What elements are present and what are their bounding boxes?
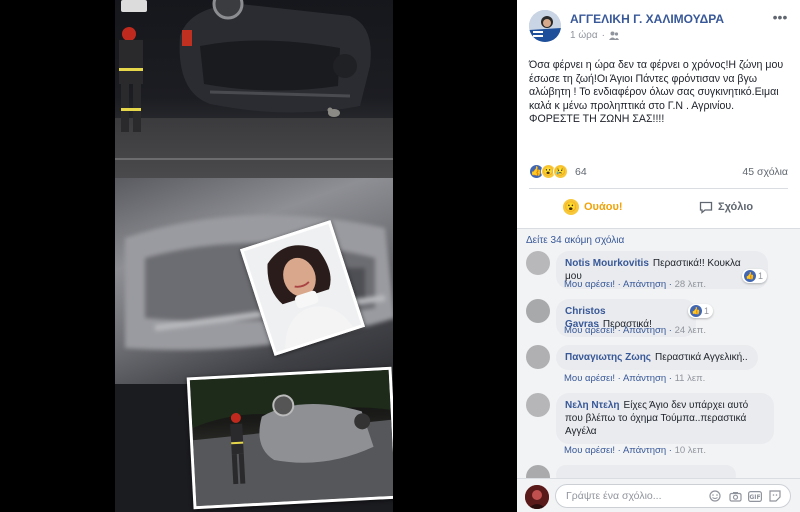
- watermark-logo: [121, 0, 147, 12]
- post-photo[interactable]: [115, 0, 393, 512]
- friends-icon[interactable]: [608, 31, 619, 40]
- comment-input[interactable]: Γράψτε ένα σχόλιο... GIF: [555, 484, 791, 508]
- reactions-summary[interactable]: 👍 😮 😢 64 45 σχόλια: [529, 164, 788, 180]
- more-options-icon[interactable]: •••: [772, 10, 788, 24]
- comment-input-placeholder: Γράψτε ένα σχόλιο...: [566, 490, 662, 502]
- comment-time[interactable]: 10 λεπ.: [675, 445, 706, 456]
- screen: ΑΓΓΕΛΙΚΗ Γ. ΧΑΛΙΜΟΥΔΡΑ 1 ώρα · ••• Όσα φ…: [0, 0, 800, 512]
- dog-figure: [327, 107, 340, 117]
- author-name[interactable]: ΑΓΓΕΛΙΚΗ Γ. ΧΑΛΙΜΟΥΔΡΑ: [570, 12, 724, 26]
- comment-button[interactable]: Σχόλιο: [699, 193, 753, 221]
- photo-firefighter-scene: [186, 366, 393, 510]
- reaction-count[interactable]: 64: [575, 166, 587, 178]
- comment-reply-link[interactable]: Απάντηση: [623, 445, 666, 456]
- sticker-icon[interactable]: [768, 489, 782, 503]
- author-avatar[interactable]: [529, 10, 561, 42]
- commenter-avatar[interactable]: [526, 299, 550, 323]
- firefighter-figure: [119, 27, 143, 132]
- camera-icon[interactable]: [728, 489, 742, 503]
- composer-icons: GIF: [708, 489, 782, 503]
- comment-time[interactable]: 11 λεπ.: [675, 373, 706, 384]
- post-actions: 😮 Ουάου! Σχόλιο: [529, 193, 788, 221]
- comment-author[interactable]: Παναγιωτης Ζωης: [565, 352, 651, 363]
- svg-text:GIF: GIF: [749, 494, 760, 501]
- comment-like-badge[interactable]: 👍 1: [688, 304, 714, 318]
- emoji-icon[interactable]: [708, 489, 722, 503]
- comment-like-count: 1: [758, 271, 764, 281]
- like-icon: 👍: [744, 270, 756, 282]
- comment-like-link[interactable]: Μου αρέσει!: [564, 445, 615, 456]
- current-user-avatar-image: [525, 485, 549, 509]
- comment-like-count: 1: [704, 306, 710, 316]
- comment-time[interactable]: 28 λεπ.: [675, 279, 706, 290]
- rescue-scene-image: [189, 369, 393, 507]
- comment-time[interactable]: 24 λεπ.: [675, 325, 706, 336]
- post-text: Όσα φέρνει η ώρα δεν τα φέρνει ο χρόνος!…: [529, 59, 784, 125]
- react-button[interactable]: 😮 Ουάου!: [563, 193, 623, 221]
- current-user-avatar[interactable]: [525, 485, 549, 509]
- view-more-comments-link[interactable]: Δείτε 34 ακόμη σχόλια: [526, 235, 624, 246]
- photo-overturned-car-night: [115, 0, 393, 178]
- comment-bubble: Παναγιωτης Ζωης Περαστικά Αγγελική..: [556, 345, 758, 370]
- comment-bubble: Νελη Ντελη Είχες Άγιο δεν υπάρχει αυτό πο…: [556, 393, 774, 444]
- reaction-icons: 👍 😮 😢: [529, 164, 568, 179]
- comments-count[interactable]: 45 σχόλια: [742, 166, 788, 178]
- comment-reply-link[interactable]: Απάντηση: [623, 325, 666, 336]
- commenter-avatar[interactable]: [526, 251, 550, 275]
- comment-author[interactable]: Notis Mourkovitis: [565, 258, 649, 269]
- comment-actions: Μου αρέσει! · Απάντηση · 11 λεπ.: [564, 373, 706, 384]
- comment-like-badge[interactable]: 👍 1: [742, 269, 768, 283]
- post-panel: ΑΓΓΕΛΙΚΗ Γ. ΧΑΛΙΜΟΥΔΡΑ 1 ώρα · ••• Όσα φ…: [517, 0, 800, 512]
- comment-reply-link[interactable]: Απάντηση: [623, 279, 666, 290]
- divider: [529, 188, 788, 189]
- post-header: ΑΓΓΕΛΙΚΗ Γ. ΧΑΛΙΜΟΥΔΡΑ 1 ώρα · •••: [517, 0, 800, 52]
- comment-text: Περαστικά Αγγελική..: [655, 352, 748, 363]
- comment-actions: Μου αρέσει! · Απάντηση · 24 λεπ.: [564, 325, 706, 336]
- commenter-avatar[interactable]: [526, 345, 550, 369]
- react-label: Ουάου!: [584, 201, 623, 213]
- comments-section: Δείτε 34 ακόμη σχόλια Notis Mourkovitis Π…: [517, 228, 800, 489]
- comment-icon: [699, 201, 713, 214]
- comment-reply-link[interactable]: Απάντηση: [623, 373, 666, 384]
- author-avatar-image: [529, 10, 561, 42]
- wow-icon: 😮: [563, 199, 579, 215]
- comment-actions: Μου αρέσει! · Απάντηση · 10 λεπ.: [564, 445, 706, 456]
- post-meta: 1 ώρα ·: [570, 30, 619, 41]
- comment-like-link[interactable]: Μου αρέσει!: [564, 279, 615, 290]
- overturned-car-image: [179, 0, 371, 113]
- gif-icon[interactable]: GIF: [748, 489, 762, 503]
- comment-like-link[interactable]: Μου αρέσει!: [564, 373, 615, 384]
- post-time[interactable]: 1 ώρα: [570, 30, 598, 41]
- like-icon: 👍: [690, 305, 702, 317]
- comment-label: Σχόλιο: [718, 201, 754, 213]
- comment-composer: Γράψτε ένα σχόλιο... GIF: [517, 478, 800, 512]
- comment-author[interactable]: Νελη Ντελη: [565, 400, 620, 411]
- comment-actions: Μου αρέσει! · Απάντηση · 28 λεπ.: [564, 279, 706, 290]
- commenter-avatar[interactable]: [526, 393, 550, 417]
- sad-icon: 😢: [553, 164, 568, 179]
- comment-like-link[interactable]: Μου αρέσει!: [564, 325, 615, 336]
